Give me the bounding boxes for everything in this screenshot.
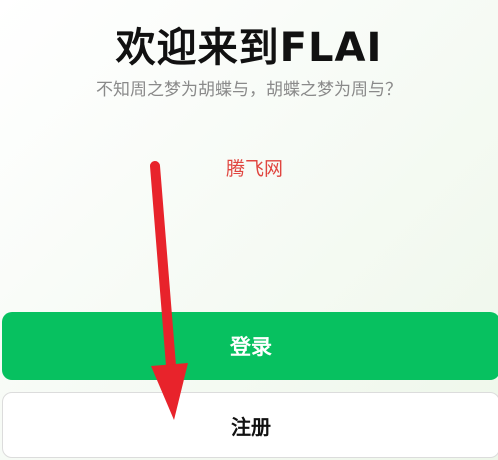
register-button[interactable]: 注册: [2, 392, 498, 458]
welcome-subtitle: 不知周之梦为胡蝶与，胡蝶之梦为周与？: [96, 80, 402, 100]
login-button[interactable]: 登录: [2, 312, 498, 380]
welcome-screen: 欢迎来到FLAI 不知周之梦为胡蝶与，胡蝶之梦为周与？ 腾飞网 登录 注册: [0, 0, 498, 460]
welcome-title: 欢迎来到FLAI: [115, 25, 383, 71]
watermark-text: 腾飞网: [226, 158, 284, 180]
